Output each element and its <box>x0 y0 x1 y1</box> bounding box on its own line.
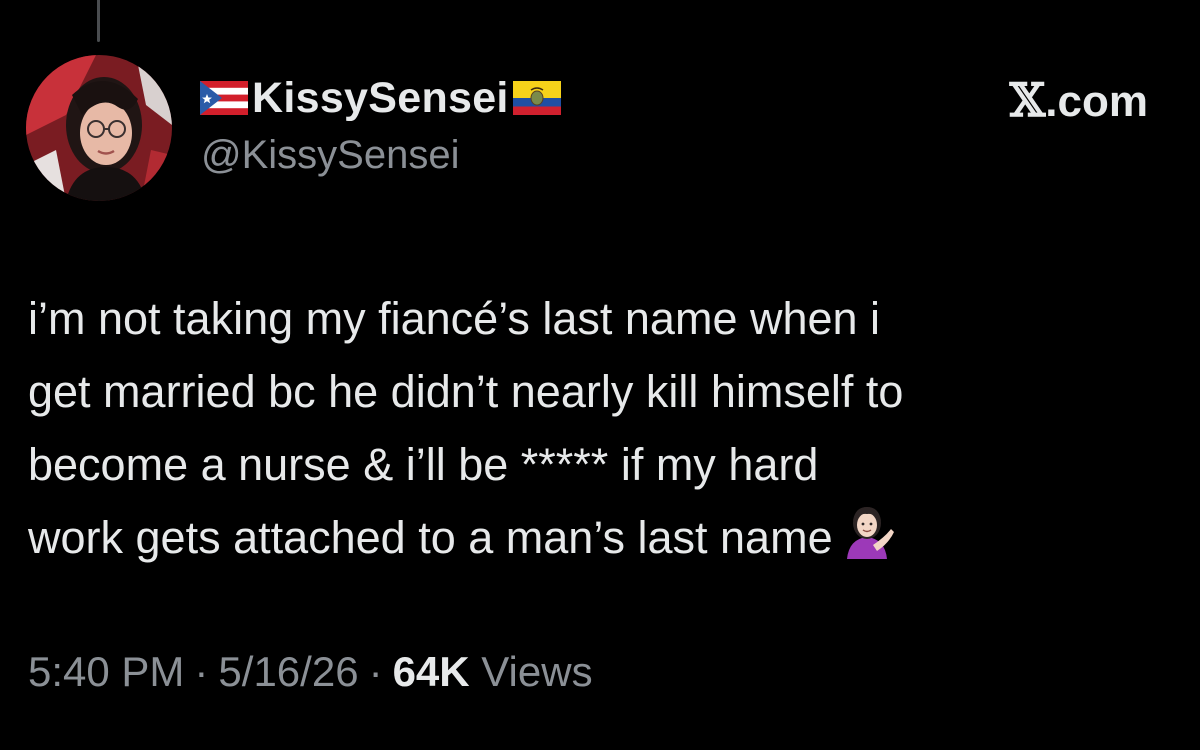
views-count[interactable]: 64K <box>393 648 470 695</box>
tweet-text-line-last: work gets attached to a man’s last name <box>28 501 1168 574</box>
meta-separator: · <box>368 648 383 695</box>
tweet-text: i’m not taking my fiancé’s last name whe… <box>28 282 1168 574</box>
author-handle[interactable]: @KissySensei <box>201 133 459 178</box>
site-label-domain: .com <box>1045 77 1148 126</box>
author-name-row[interactable]: KissySensei <box>200 70 561 126</box>
tweet-text-line: become a nurse & i’ll be ***** if my har… <box>28 439 819 490</box>
tweet-text-line: get married bc he didn’t nearly kill him… <box>28 366 904 417</box>
tweet-text-line: i’m not taking my fiancé’s last name whe… <box>28 293 881 344</box>
tweet-time[interactable]: 5:40 PM <box>28 648 184 695</box>
puerto-rico-flag-icon <box>200 81 248 115</box>
meta-separator: · <box>194 648 209 695</box>
site-label: 𝕏.com <box>1010 73 1148 127</box>
woman-tipping-hand-emoji-icon <box>846 507 894 559</box>
ecuador-flag-icon <box>512 81 561 115</box>
avatar-image <box>26 55 172 201</box>
tweet-date[interactable]: 5/16/26 <box>218 648 358 695</box>
views-label[interactable]: Views <box>481 648 592 695</box>
thread-connector-line <box>97 0 100 42</box>
tweet-meta: 5:40 PM · 5/16/26 · 64K Views <box>28 648 593 696</box>
tweet-text-line-content: work gets attached to a man’s last name <box>28 512 833 563</box>
author-display-name[interactable]: KissySensei <box>252 74 509 123</box>
x-logo-icon: 𝕏 <box>1009 73 1046 127</box>
avatar[interactable] <box>26 55 172 201</box>
